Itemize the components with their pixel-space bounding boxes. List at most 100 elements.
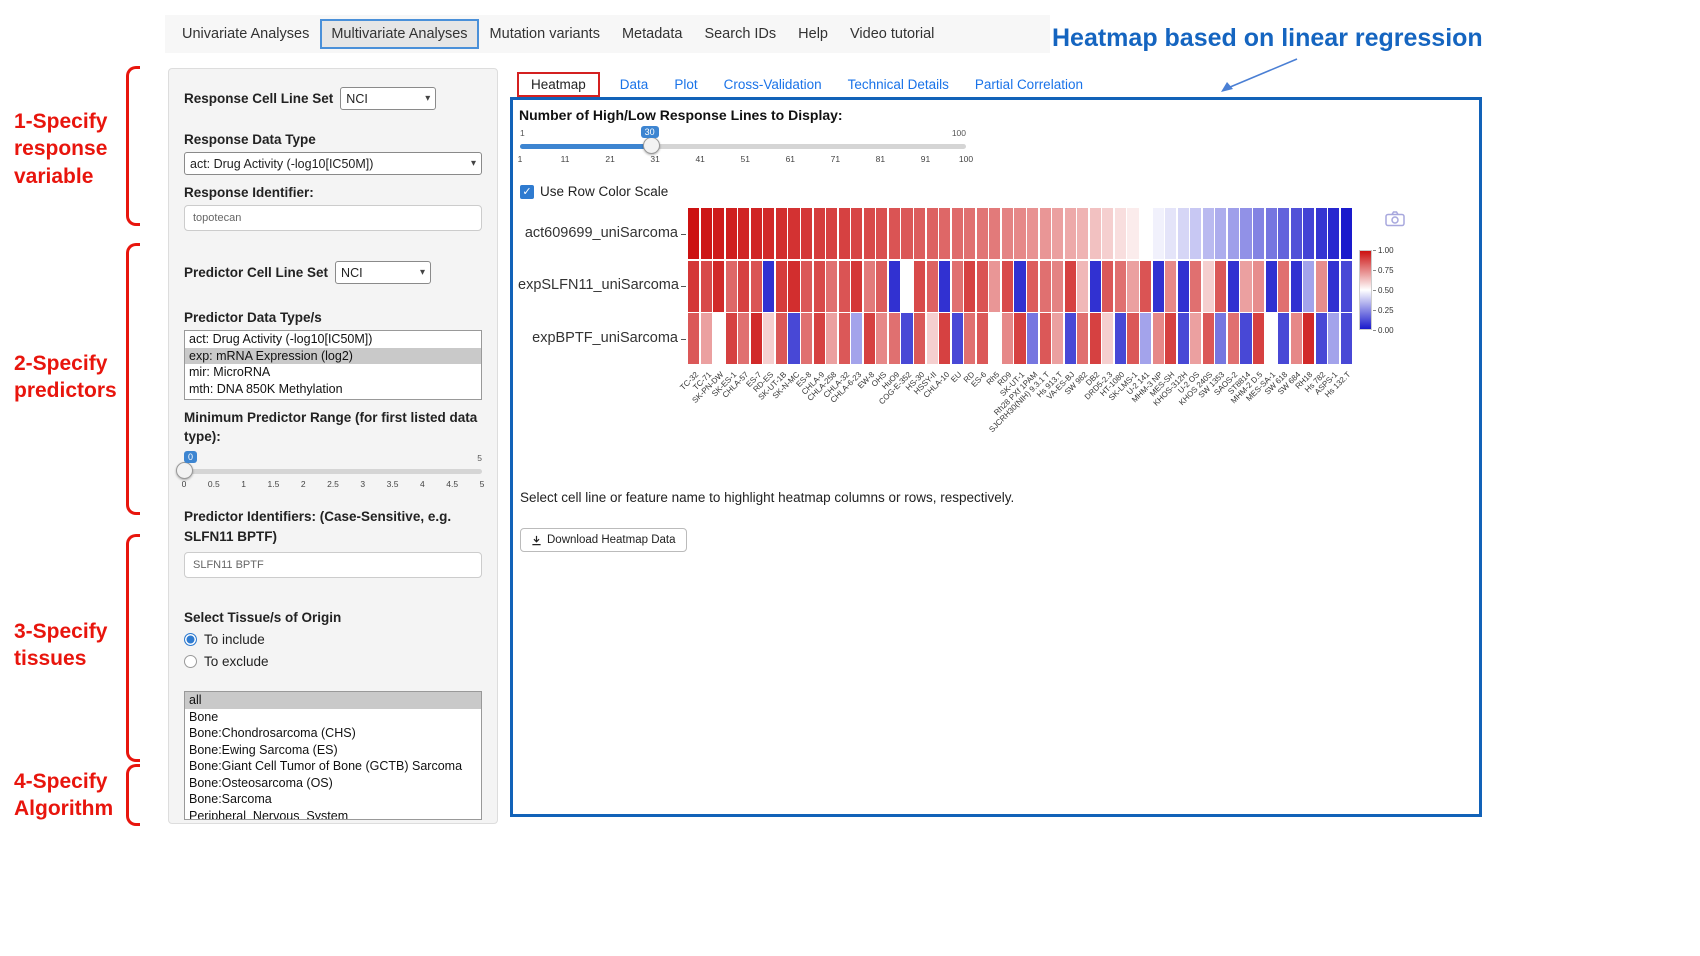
step-1-bracket [126, 66, 140, 226]
slider-handle[interactable] [643, 137, 660, 154]
predictor-cell-line-set-select[interactable]: NCI ▾ [335, 261, 431, 284]
chevron-down-icon: ▾ [425, 93, 430, 104]
heatmap-cell [839, 208, 850, 259]
predictor-data-type-option[interactable]: act: Drug Activity (-log10[IC50M]) [185, 331, 481, 348]
colorbar-tick [1373, 310, 1376, 311]
colorbar-tick-label: 0.25 [1378, 306, 1394, 315]
slider-handle[interactable] [176, 462, 193, 479]
heatmap-row-label[interactable]: act609699_uniSarcoma [518, 225, 678, 241]
use-row-color-scale[interactable]: ✓ Use Row Color Scale [520, 184, 668, 199]
heatmap-cell [1014, 261, 1025, 312]
heatmap-cell [1316, 208, 1327, 259]
heatmap-cell [889, 313, 900, 364]
nav-item-metadata[interactable]: Metadata [611, 19, 693, 49]
heatmap-cell [801, 313, 812, 364]
camera-download-icon[interactable] [1385, 210, 1405, 227]
tab-technical-details[interactable]: Technical Details [842, 73, 955, 96]
predictor-data-type-option[interactable]: mir: MicroRNA [185, 364, 481, 381]
heatmap-row-label[interactable]: expSLFN11_uniSarcoma [518, 277, 678, 293]
tissue-option[interactable]: Peripheral_Nervous_System [185, 808, 481, 821]
heatmap-cell [1190, 313, 1201, 364]
download-heatmap-data-button[interactable]: Download Heatmap Data [520, 528, 687, 552]
checkbox-checked-icon[interactable]: ✓ [520, 185, 534, 199]
radio-label: To exclude [204, 654, 269, 669]
response-data-type-select[interactable]: act: Drug Activity (-log10[IC50M]) ▾ [184, 152, 482, 175]
tissue-listbox[interactable]: allBoneBone:Chondrosarcoma (CHS)Bone:Ewi… [184, 691, 482, 820]
heatmap-cell [1027, 208, 1038, 259]
annotation-heading: Heatmap based on linear regression [1052, 24, 1483, 53]
heatmap-cell [876, 313, 887, 364]
tissue-scope-to-include[interactable]: To include [184, 632, 482, 647]
response-identifier-input[interactable] [184, 205, 482, 231]
heatmap-cell [1027, 313, 1038, 364]
step-4-label: 4-Specify Algorithm [14, 768, 113, 823]
heatmap-cell [1240, 208, 1251, 259]
heatmap-cell [1328, 261, 1339, 312]
tab-cross-validation[interactable]: Cross-Validation [718, 73, 828, 96]
radio-label: To include [204, 632, 265, 647]
slider-tick-label: 71 [831, 154, 840, 164]
heatmap-cell [1002, 313, 1013, 364]
min-predictor-range-slider[interactable]: 0 5 00.511.522.533.544.55 [184, 451, 482, 493]
predictor-data-type-option[interactable]: exp: mRNA Expression (log2) [185, 348, 481, 365]
nav-item-univariate-analyses[interactable]: Univariate Analyses [171, 19, 320, 49]
annotation-arrow [1205, 56, 1305, 100]
response-lines-slider[interactable]: 1 100 30 1112131415161718191100 [520, 126, 966, 168]
heatmap-cell [876, 261, 887, 312]
response-cell-line-set-select[interactable]: NCI ▾ [340, 87, 436, 110]
tissue-option[interactable]: all [185, 692, 481, 709]
heatmap-cell [1278, 208, 1289, 259]
tab-heatmap[interactable]: Heatmap [517, 72, 600, 97]
heatmap-cell [1203, 261, 1214, 312]
heatmap-cell [851, 313, 862, 364]
tissue-option[interactable]: Bone [185, 709, 481, 726]
slider-track[interactable] [520, 144, 966, 149]
heatmap-cell [964, 261, 975, 312]
heatmap-cell [1165, 261, 1176, 312]
heatmap-cell [713, 313, 724, 364]
control-sidebar: Response Cell Line Set NCI ▾ Response Da… [168, 68, 498, 824]
tissue-option[interactable]: Bone:Ewing Sarcoma (ES) [185, 742, 481, 759]
nav-item-help[interactable]: Help [787, 19, 839, 49]
heatmap-cell [1002, 208, 1013, 259]
predictor-identifiers-input[interactable] [184, 552, 482, 578]
heatmap-cell [939, 313, 950, 364]
heatmap-cell [1077, 208, 1088, 259]
heatmap-cell [1090, 208, 1101, 259]
heatmap-cell [688, 261, 699, 312]
heatmap-cell [1240, 313, 1251, 364]
slider-track[interactable] [184, 469, 482, 474]
tab-plot[interactable]: Plot [668, 73, 703, 96]
heatmap-cell [1266, 313, 1277, 364]
response-data-type-label: Response Data Type [184, 132, 482, 147]
heatmap-cell [763, 208, 774, 259]
heatmap-cell [1215, 313, 1226, 364]
predictor-data-type-listbox[interactable]: act: Drug Activity (-log10[IC50M])exp: m… [184, 330, 482, 400]
nav-item-multivariate-analyses[interactable]: Multivariate Analyses [320, 19, 478, 49]
heatmap: act609699_uniSarcoma expSLFN11_uniSarcoma… [518, 208, 1478, 488]
tissue-scope-to-exclude[interactable]: To exclude [184, 654, 482, 669]
heatmap-cell [1040, 208, 1051, 259]
nav-item-search-ids[interactable]: Search IDs [693, 19, 787, 49]
heatmap-cell [1102, 208, 1113, 259]
heatmap-cell [1291, 208, 1302, 259]
heatmap-cell [763, 313, 774, 364]
tissue-option[interactable]: Bone:Osteosarcoma (OS) [185, 775, 481, 792]
heatmap-cell [914, 313, 925, 364]
nav-item-video-tutorial[interactable]: Video tutorial [839, 19, 945, 49]
predictor-data-type-option[interactable]: mth: DNA 850K Methylation [185, 381, 481, 398]
tab-partial-correlation[interactable]: Partial Correlation [969, 73, 1089, 96]
tissue-option[interactable]: Bone:Chondrosarcoma (CHS) [185, 725, 481, 742]
slider-tick-label: 1.5 [267, 479, 279, 489]
heatmap-row-label[interactable]: expBPTF_uniSarcoma [518, 330, 678, 346]
heatmap-cell [1341, 208, 1352, 259]
predictor-identifiers-label: Predictor Identifiers: (Case-Sensitive, … [184, 507, 482, 548]
heatmap-cell [964, 313, 975, 364]
nav-item-mutation-variants[interactable]: Mutation variants [479, 19, 611, 49]
step-3-label: 3-Specify tissues [14, 618, 107, 673]
tissue-option[interactable]: Bone:Giant Cell Tumor of Bone (GCTB) Sar… [185, 758, 481, 775]
tissue-option[interactable]: Bone:Sarcoma [185, 791, 481, 808]
tab-data[interactable]: Data [614, 73, 655, 96]
radio-icon [184, 633, 197, 646]
heatmap-column-labels: TC-32TC-71SK-PN-DWSK-ES-1CHLA-57ES-7RD-E… [688, 366, 1352, 481]
